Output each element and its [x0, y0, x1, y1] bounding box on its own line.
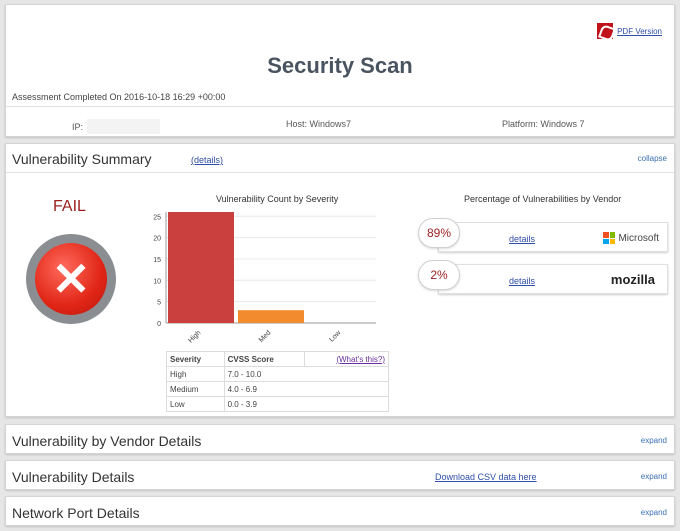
- collapse-link[interactable]: collapse: [638, 154, 667, 163]
- vendor-card-mozilla: 2% details mozilla: [418, 260, 668, 294]
- y-tick-label: 15: [153, 257, 161, 264]
- chart-title: Vulnerability Count by Severity: [216, 194, 339, 204]
- status-fail-label: FAIL: [53, 198, 86, 215]
- network-port-details-section: Network Port Details expand: [5, 496, 675, 526]
- table-row: High 7.0 - 10.0: [166, 366, 390, 382]
- ip-field: IP:: [72, 119, 161, 134]
- assessment-timestamp: Assessment Completed On 2016-10-18 16:29…: [12, 92, 226, 102]
- severity-cell: Low: [166, 396, 225, 412]
- cvss-cell: 0.0 - 3.9: [223, 396, 390, 412]
- table-row: Low 0.0 - 3.9: [166, 396, 390, 412]
- host-label: Host: Windows7: [286, 119, 352, 129]
- y-tick-label: 0: [157, 321, 161, 328]
- y-tick-label: 25: [153, 214, 161, 221]
- severity-bar-chart: 0 5 10 15 20 25 High Med Low: [153, 212, 376, 345]
- severity-header: Severity: [166, 351, 225, 367]
- pdf-icon[interactable]: [597, 23, 614, 39]
- expand-link[interactable]: expand: [641, 436, 667, 445]
- summary-title: Vulnerability Summary: [12, 151, 152, 167]
- ip-redacted-value: [87, 119, 161, 134]
- platform-label: Platform: Windows 7: [502, 119, 585, 129]
- vendor-percent-badge: 2%: [418, 260, 460, 290]
- x-tick-label: High: [187, 329, 202, 344]
- severity-table: Severity CVSS Score (What's this?) High …: [166, 351, 390, 412]
- vulnerability-details-section: Vulnerability Details Download CSV data …: [5, 460, 675, 490]
- header-divider: [6, 106, 674, 107]
- ip-label: IP:: [72, 121, 84, 132]
- bar-med: [238, 310, 304, 323]
- y-tick-label: 5: [157, 300, 161, 307]
- microsoft-logo-text: Microsoft: [618, 232, 659, 244]
- download-csv-link[interactable]: Download CSV data here: [435, 472, 537, 482]
- fail-x-mark: ✕: [35, 243, 107, 315]
- summary-header: Vulnerability Summary (details) collapse: [6, 144, 674, 173]
- page-title: Security Scan: [267, 53, 413, 78]
- vendor-details-section: Vulnerability by Vendor Details expand: [5, 424, 675, 454]
- vendor-chart-title: Percentage of Vulnerabilities by Vendor: [464, 194, 622, 204]
- fail-icon: ✕: [26, 234, 116, 324]
- whats-this-cell: (What's this?): [303, 351, 390, 367]
- severity-table-header: Severity CVSS Score (What's this?): [166, 351, 390, 367]
- x-tick-label: Low: [328, 329, 343, 344]
- vendor-percent-badge: 89%: [418, 218, 460, 248]
- severity-cell: High: [166, 366, 225, 382]
- bar-high: [168, 212, 234, 323]
- scan-header-panel: PDF Version Security Scan Assessment Com…: [5, 4, 675, 137]
- x-tick-label: Med: [258, 329, 273, 344]
- expand-link[interactable]: expand: [641, 472, 667, 481]
- whats-this-link[interactable]: (What's this?): [336, 355, 385, 364]
- microsoft-logo-icon: [603, 232, 616, 244]
- vendor-details-link[interactable]: details: [509, 234, 535, 244]
- cvss-header: CVSS Score: [223, 351, 305, 367]
- vendor-details-link[interactable]: details: [509, 276, 535, 286]
- table-row: Medium 4.0 - 6.9: [166, 381, 390, 397]
- vendor-details-title: Vulnerability by Vendor Details: [12, 433, 202, 449]
- severity-cell: Medium: [166, 381, 225, 397]
- summary-details-link[interactable]: (details): [191, 155, 223, 165]
- y-tick-label: 20: [153, 236, 161, 243]
- pdf-version-link[interactable]: PDF Version: [597, 23, 662, 39]
- pdf-version-label[interactable]: PDF Version: [617, 27, 662, 36]
- mozilla-logo: mozilla: [610, 272, 655, 287]
- vendor-card-microsoft: 89% details Microsoft: [418, 218, 668, 252]
- microsoft-logo: Microsoft: [603, 232, 659, 244]
- cvss-cell: 7.0 - 10.0: [223, 366, 390, 382]
- y-tick-label: 10: [153, 278, 161, 285]
- network-port-details-title: Network Port Details: [12, 505, 140, 521]
- cvss-cell: 4.0 - 6.9: [223, 381, 390, 397]
- expand-link[interactable]: expand: [641, 508, 667, 517]
- vulnerability-details-title: Vulnerability Details: [12, 469, 135, 485]
- vulnerability-summary-panel: Vulnerability Summary (details) collapse…: [5, 143, 675, 417]
